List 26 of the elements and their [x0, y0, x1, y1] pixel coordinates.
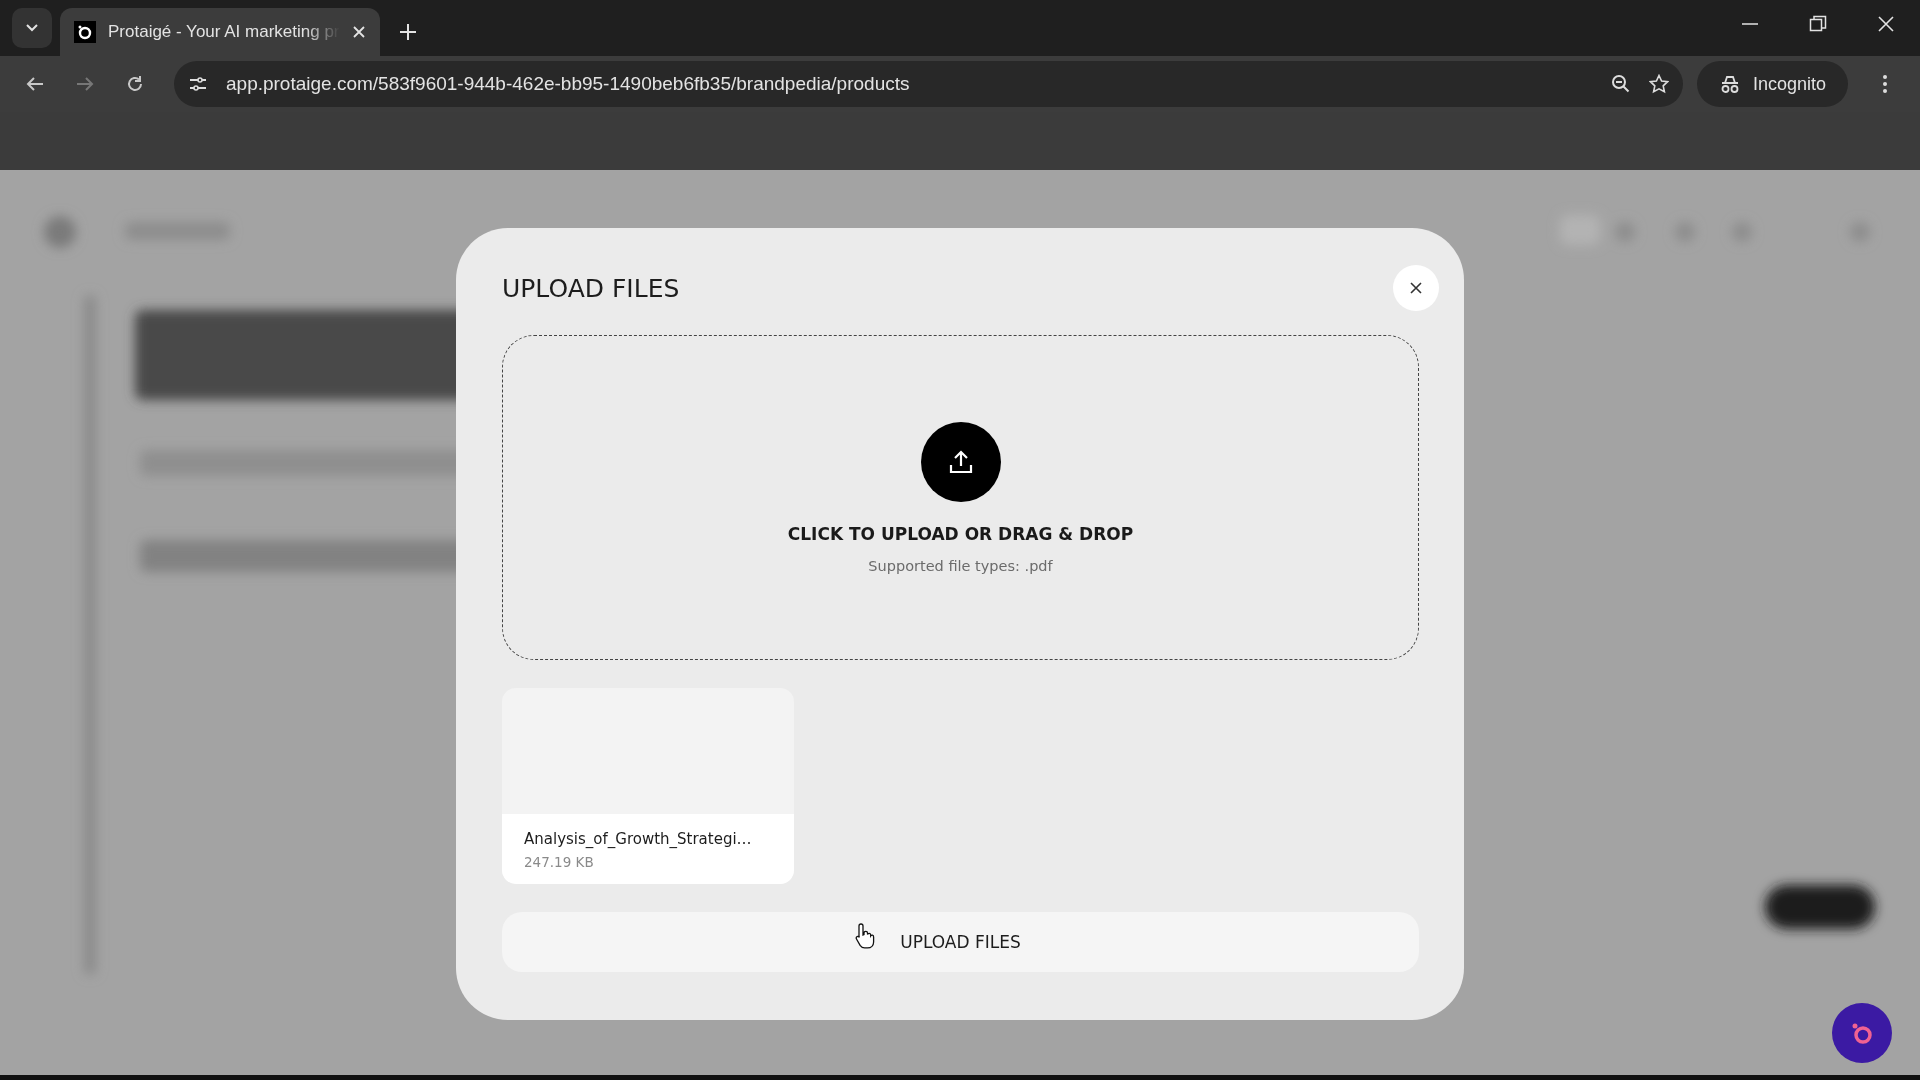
chat-launcher-button[interactable]	[1832, 1003, 1892, 1063]
tab-title: Protaigé - Your AI marketing pr	[108, 22, 340, 42]
more-menu-icon[interactable]	[1881, 74, 1889, 94]
close-tab-icon[interactable]	[352, 25, 366, 39]
bookmark-star-icon[interactable]	[1648, 74, 1669, 94]
new-tab-icon[interactable]	[398, 22, 418, 42]
url-text: app.protaige.com/583f9601-944b-462e-bb95-1490beb6fb35/brandpedia/products	[226, 73, 911, 95]
file-type-hint: Supported file types: .pdf	[868, 557, 1053, 574]
file-name: Analysis_of_Growth_Strategi…	[524, 830, 753, 848]
close-icon	[1409, 281, 1423, 295]
upload-files-button[interactable]: UPLOAD FILES	[502, 912, 1419, 972]
profile-label: Incognito	[1752, 73, 1826, 95]
dialog-title: UPLOAD FILES	[502, 273, 680, 303]
restore-icon[interactable]	[1808, 14, 1828, 34]
file-size: 247.19 KB	[524, 854, 595, 870]
zoom-icon[interactable]	[1610, 74, 1631, 94]
close-button[interactable]	[1393, 265, 1439, 311]
reload-icon[interactable]	[125, 74, 145, 94]
site-settings-icon[interactable]	[188, 74, 208, 94]
incognito-button[interactable]: Incognito	[1696, 61, 1848, 107]
logo-icon	[77, 24, 93, 40]
dropzone-heading: CLICK TO UPLOAD OR DRAG & DROP	[787, 523, 1134, 544]
close-icon[interactable]	[1876, 14, 1896, 34]
browser-tab[interactable]: Protaigé - Your AI marketing pr	[60, 8, 380, 56]
drop-zone[interactable]: CLICK TO UPLOAD OR DRAG & DROP Supported file types: .pdf	[502, 335, 1419, 660]
address-bar[interactable]: app.protaige.com/583f9601-944b-462e-bb95-1490beb6fb35/brandpedia/products	[174, 61, 1683, 107]
